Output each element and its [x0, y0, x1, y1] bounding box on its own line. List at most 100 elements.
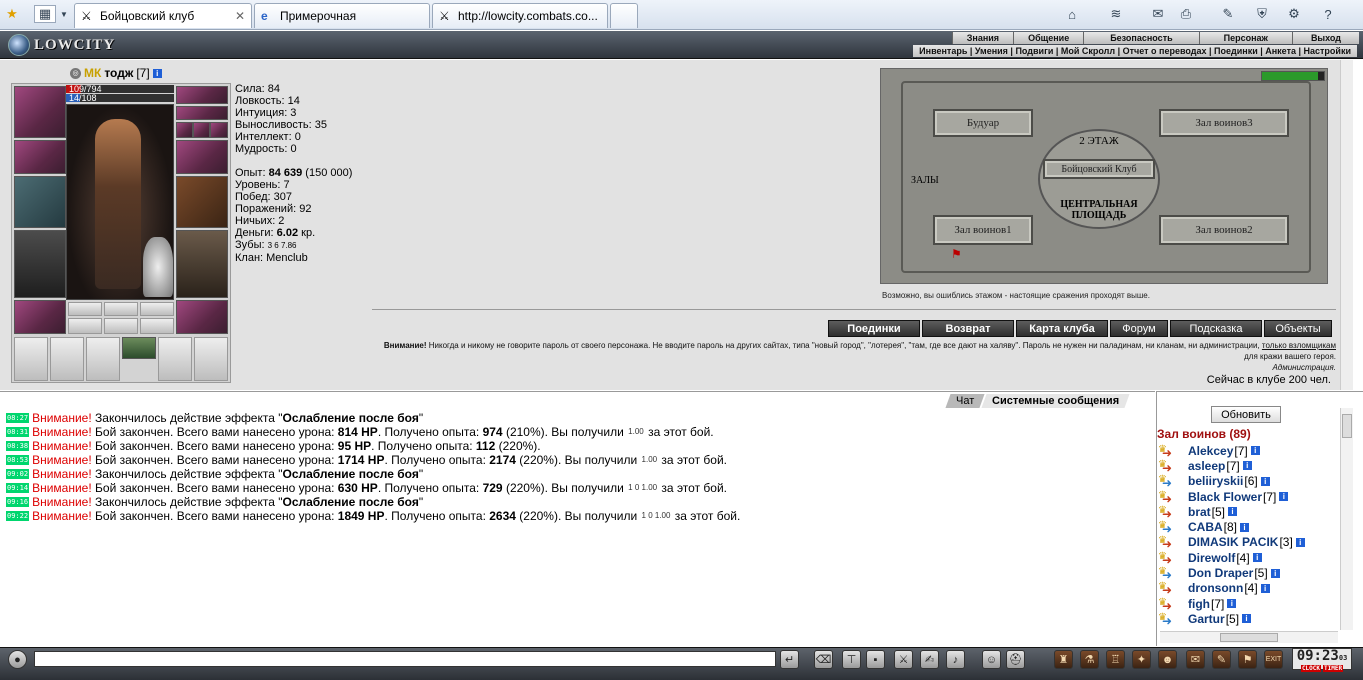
central-square-label[interactable]: ЦЕНТРАЛЬНАЯ ПЛОЩАДЬ [1051, 199, 1147, 221]
player-name[interactable]: Alekcey [1188, 444, 1233, 458]
rune-slot-5[interactable] [104, 318, 138, 334]
players-hscrollbar[interactable] [1160, 631, 1338, 643]
timestamp[interactable]: 08:53 [6, 455, 30, 465]
players-scrollbar[interactable] [1340, 408, 1353, 630]
scroll-slot-4[interactable] [122, 337, 156, 359]
send-icon[interactable]: ↵ [780, 650, 799, 669]
character-avatar[interactable] [66, 104, 174, 300]
feeds-icon[interactable]: ≋ [1106, 5, 1126, 23]
player-row[interactable]: ♛ ➜ CABA [8] i [1158, 519, 1305, 535]
helmet-slot[interactable] [14, 86, 66, 138]
scroll-slot-2[interactable] [50, 337, 84, 381]
boots-slot[interactable] [176, 300, 228, 334]
flag-icon[interactable]: ⚑ [1238, 650, 1257, 669]
refresh-button[interactable]: Обновить [1211, 406, 1281, 423]
tab-url[interactable]: ⚔ http://lowcity.combats.co... [432, 3, 608, 28]
player-name[interactable]: dronsonn [1188, 581, 1243, 595]
objects-button[interactable]: Объекты [1264, 320, 1332, 337]
player-name[interactable]: asleep [1188, 459, 1225, 473]
chat-input[interactable] [34, 651, 776, 667]
info-icon[interactable]: i [1270, 568, 1280, 578]
scroll-icon[interactable]: ✦ [1132, 650, 1151, 669]
tab-fitting-room[interactable]: e Примерочная [254, 3, 430, 28]
potion-icon[interactable]: ⚗ [1080, 650, 1099, 669]
player-name[interactable]: Black Flower [1188, 490, 1262, 504]
amulet-slot[interactable] [176, 106, 228, 120]
player-row[interactable]: ♛ ➜ brat [5] i [1158, 504, 1305, 520]
player-name[interactable]: DIMASIK PACIK [1188, 535, 1278, 549]
player-row[interactable]: ♛ ➜ Gartur [5] i [1158, 611, 1305, 627]
tab-fightclub[interactable]: ⚔ Бойцовский клуб ✕ [74, 3, 252, 28]
belt-slot[interactable] [14, 300, 66, 334]
duels-button[interactable]: Поединки [828, 320, 920, 337]
ring3-slot[interactable] [210, 122, 228, 138]
weapon-slot[interactable] [14, 176, 66, 228]
rune-slot-4[interactable] [68, 318, 102, 334]
hint-button[interactable]: Подсказка [1170, 320, 1262, 337]
room-hall2[interactable]: Зал воинов2 [1159, 215, 1289, 245]
info-icon[interactable]: i [1242, 614, 1252, 624]
bracers-slot[interactable] [14, 140, 66, 174]
player-row[interactable]: ♛ ➜ DIMASIK PACIK [3] i [1158, 535, 1305, 550]
favorites-star-icon[interactable]: ★ [2, 5, 22, 23]
player-name[interactable]: brat [1188, 505, 1211, 519]
menu-communication[interactable]: Общение [1013, 32, 1084, 44]
timestamp[interactable]: 09:16 [6, 497, 30, 507]
player-row[interactable]: ♛ ➜ Alekcey [7] i [1158, 443, 1305, 459]
safety-shield-icon[interactable]: ⛨ [1252, 5, 1272, 23]
filter-icon[interactable]: ⊤ [842, 650, 861, 669]
scroll-slot-6[interactable] [194, 337, 228, 381]
shield-slot[interactable] [176, 176, 228, 228]
menu-knowledge[interactable]: Знания [951, 32, 1014, 44]
eraser-icon[interactable]: ⌫ [814, 650, 833, 669]
timestamp[interactable]: 08:27 [6, 413, 30, 423]
page-menu-icon[interactable]: ✎ [1218, 5, 1238, 23]
mask-icon[interactable]: ☻ [1158, 650, 1177, 669]
player-row[interactable]: ♛ ➜ Don Draper [5] i [1158, 565, 1305, 581]
print-icon[interactable]: ⎙ [1176, 5, 1196, 23]
info-icon[interactable]: i [1240, 522, 1250, 532]
translit-icon[interactable]: ✍ [920, 650, 939, 669]
timer-label[interactable]: TIMER [1323, 665, 1344, 672]
help-icon[interactable]: ? [1318, 5, 1338, 23]
info-icon[interactable]: i [1250, 446, 1260, 456]
exit-icon[interactable]: EXIT [1264, 650, 1283, 669]
sub-menu[interactable]: Инвентарь | Умения | Подвиги | Мой Скрол… [913, 45, 1357, 57]
tab-list-dropdown-icon[interactable]: ▼ [58, 5, 70, 23]
fighter-icon[interactable]: ⚔ [894, 650, 913, 669]
player-name[interactable]: beliiryskii [1188, 474, 1243, 488]
menu-character[interactable]: Персонаж [1198, 32, 1292, 44]
tools-gear-icon[interactable]: ⚙ [1284, 5, 1304, 23]
armor-slot[interactable] [14, 230, 66, 298]
close-tab-icon[interactable]: ✕ [235, 9, 245, 23]
chat-menu-icon[interactable]: ● [8, 650, 27, 669]
ring2-slot[interactable] [193, 122, 210, 138]
save-log-icon[interactable]: ▪ [866, 650, 885, 669]
player-row[interactable]: ♛ ➜ beliiryskii [6] i [1158, 474, 1305, 489]
scroll-slot-3[interactable] [86, 337, 120, 381]
rune-slot-3[interactable] [140, 302, 174, 316]
gloves-slot[interactable] [176, 140, 228, 174]
room-hall1[interactable]: Зал воинов1 [933, 215, 1033, 245]
menu-exit[interactable]: Выход [1291, 32, 1359, 44]
smile-icon[interactable]: ☺ [982, 650, 1001, 669]
earrings-slot[interactable] [176, 86, 228, 104]
player-row[interactable]: ♛ ➜ asleep [7] i [1158, 458, 1305, 474]
gift-icon[interactable]: ✉ [1186, 650, 1205, 669]
player-row[interactable]: ♛ ➜ Black Flower [7] i [1158, 489, 1305, 505]
tab-system-messages[interactable]: Системные сообщения [981, 394, 1130, 408]
rune-slot-1[interactable] [68, 302, 102, 316]
info-icon[interactable]: i [1228, 507, 1238, 517]
home-icon[interactable]: ⌂ [1062, 5, 1082, 23]
legs-slot[interactable] [176, 230, 228, 298]
timestamp[interactable]: 09:22 [6, 511, 30, 521]
scroll-slot-1[interactable] [14, 337, 48, 381]
helmet-icon[interactable]: ⛑ [1006, 650, 1025, 669]
room-hall3[interactable]: Зал воинов3 [1159, 109, 1289, 137]
room-boudoir[interactable]: Будуар [933, 109, 1033, 137]
info-icon[interactable]: i [1260, 583, 1270, 593]
info-icon[interactable]: i [1242, 461, 1252, 471]
hackers-link[interactable]: только взломщикам [1262, 341, 1336, 350]
info-icon[interactable]: i [1260, 476, 1270, 486]
club-map-button[interactable]: Карта клуба [1016, 320, 1108, 337]
